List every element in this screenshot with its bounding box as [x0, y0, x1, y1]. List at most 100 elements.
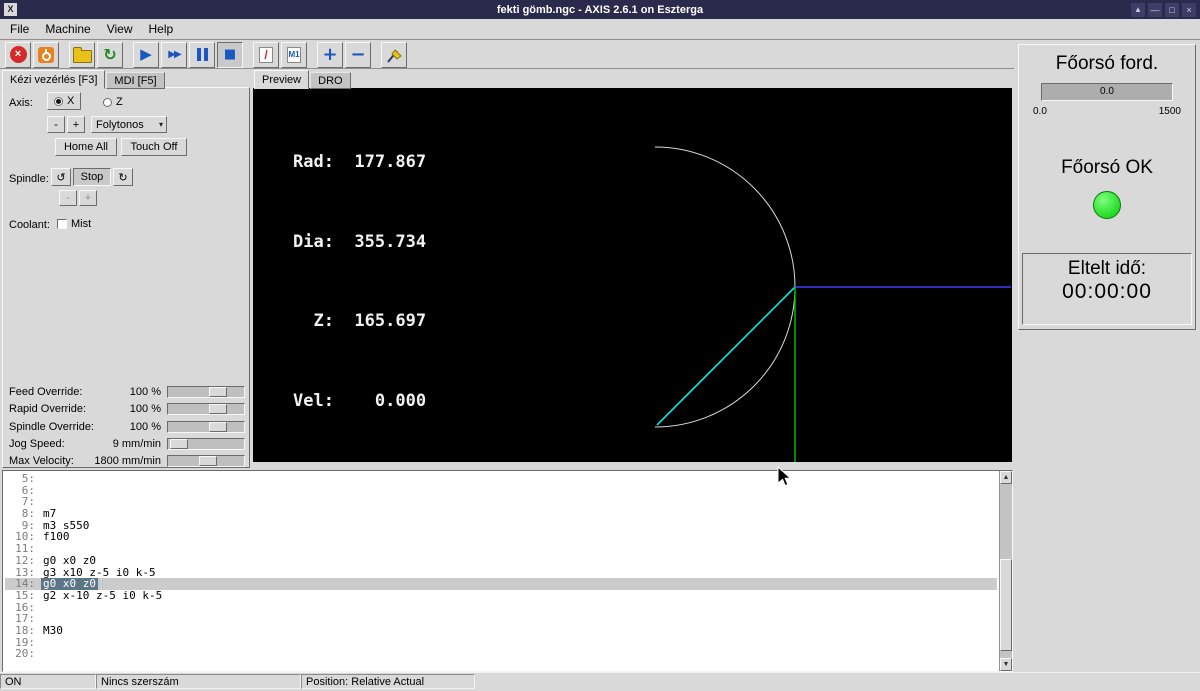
slider-thumb[interactable]: [199, 456, 217, 466]
reload-icon: ↻: [103, 47, 116, 63]
axis-x-label: X: [67, 95, 74, 107]
statusbar: ON Nincs szerszám Position: Relative Act…: [0, 672, 1200, 691]
tab-mdi[interactable]: MDI [F5]: [106, 72, 164, 89]
spindle-override-slider[interactable]: [167, 421, 245, 433]
gcode-line[interactable]: 11:: [5, 543, 997, 555]
close-icon[interactable]: ×: [1182, 3, 1196, 17]
menubar: File Machine View Help: [0, 19, 1200, 40]
gcode-line[interactable]: 18:M30: [5, 625, 997, 637]
gcode-scrollbar[interactable]: ▲ ▼: [999, 471, 1012, 671]
preview-canvas[interactable]: Rad: 177.867 Dia: 355.734 Z: 165.697 Vel…: [253, 88, 1012, 462]
step-icon: ▶▶: [168, 50, 179, 60]
feed-override-slider[interactable]: [167, 386, 245, 398]
menu-help[interactable]: Help: [141, 20, 182, 38]
scrollbar-thumb[interactable]: [1000, 559, 1012, 651]
scroll-up-icon[interactable]: ▲: [1000, 471, 1012, 484]
spindle-stop-button[interactable]: Stop: [73, 168, 111, 186]
spindle-speed-gauge: 0.0: [1041, 83, 1173, 101]
dro-rad: Rad: 177.867: [293, 149, 426, 176]
gcode-line[interactable]: 5:: [5, 473, 997, 485]
tab-dro[interactable]: DRO: [310, 72, 350, 89]
spindle-plus-button[interactable]: +: [79, 190, 97, 206]
zoom-out-icon: −: [350, 46, 365, 64]
minimize-icon[interactable]: —: [1148, 3, 1162, 17]
pause-button[interactable]: [189, 42, 215, 68]
shade-icon[interactable]: ▴: [1131, 3, 1145, 17]
run-button[interactable]: ▶: [133, 42, 159, 68]
toolbar: × ↻ ▶ ▶▶ ■ / M1 + −: [0, 41, 1014, 69]
gcode-line[interactable]: 20:: [5, 648, 997, 660]
axis-z-radio[interactable]: Z: [103, 96, 123, 108]
estop-button[interactable]: ×: [5, 42, 31, 68]
stop-icon: ■: [224, 48, 236, 61]
gcode-lines: 5: 6: 7: 8:m7 9:m3 s550 10:f100 11: 12:g…: [5, 473, 997, 669]
gcode-line[interactable]: 10:f100: [5, 531, 997, 543]
skip-lines-icon: /: [259, 47, 273, 63]
jog-mode-dropdown[interactable]: Folytonos ▾: [91, 116, 167, 133]
gcode-line[interactable]: 19:: [5, 637, 997, 649]
slider-thumb[interactable]: [209, 404, 227, 414]
menu-file[interactable]: File: [2, 20, 37, 38]
max-velocity-label: Max Velocity:: [9, 455, 74, 467]
slider-thumb[interactable]: [209, 422, 227, 432]
menu-view[interactable]: View: [99, 20, 141, 38]
jog-speed-label: Jog Speed:: [9, 438, 65, 450]
gcode-line[interactable]: 9:m3 s550: [5, 520, 997, 532]
spindle-reverse-button[interactable]: ↺: [51, 168, 71, 186]
feed-override-label: Feed Override:: [9, 386, 82, 398]
slider-thumb[interactable]: [209, 387, 227, 397]
spindle-ok-title: Főorsó OK: [1019, 157, 1195, 179]
touch-off-button[interactable]: Touch Off: [121, 138, 187, 156]
titlebar: X fekti gömb.ngc - AXIS 2.6.1 on Eszterg…: [0, 0, 1200, 19]
spindle-speed-title: Főorsó ford.: [1019, 53, 1195, 75]
jog-plus-button[interactable]: +: [67, 116, 85, 133]
skip-lines-button[interactable]: /: [253, 42, 279, 68]
jog-speed-slider[interactable]: [167, 438, 245, 450]
axis-z-label: Z: [116, 96, 123, 108]
home-all-button[interactable]: Home All: [55, 138, 117, 156]
optional-stop-button[interactable]: M1: [281, 42, 307, 68]
gcode-line[interactable]: 12:g0 x0 z0: [5, 555, 997, 567]
menu-machine[interactable]: Machine: [37, 20, 98, 38]
gcode-line[interactable]: 8:m7: [5, 508, 997, 520]
gcode-line[interactable]: 16:: [5, 602, 997, 614]
max-velocity-slider[interactable]: [167, 455, 245, 467]
tab-preview[interactable]: Preview: [254, 70, 309, 89]
gcode-listing[interactable]: 5: 6: 7: 8:m7 9:m3 s550 10:f100 11: 12:g…: [2, 470, 1013, 672]
rapid-override-slider[interactable]: [167, 403, 245, 415]
zoom-out-button[interactable]: −: [345, 42, 371, 68]
axis-x-radio[interactable]: X: [47, 92, 81, 110]
rapid-override-row: Rapid Override: 100 %: [9, 401, 245, 417]
gcode-line[interactable]: 7:: [5, 496, 997, 508]
machine-power-button[interactable]: [33, 42, 59, 68]
spindle-minus-button[interactable]: -: [59, 190, 77, 206]
stop-button[interactable]: ■: [217, 42, 243, 68]
step-button[interactable]: ▶▶: [161, 42, 187, 68]
zoom-in-button[interactable]: +: [317, 42, 343, 68]
gcode-line[interactable]: 13:g3 x10 z-5 i0 k-5: [5, 567, 997, 579]
gauge-scale: 0.0 1500: [1033, 106, 1181, 117]
spindle-forward-button[interactable]: ↻: [113, 168, 133, 186]
rapid-override-label: Rapid Override:: [9, 403, 86, 415]
elapsed-value: 00:00:00: [1023, 280, 1191, 304]
gcode-line[interactable]: 15:g2 x-10 z-5 i0 k-5: [5, 590, 997, 602]
elapsed-label: Eltelt idő:: [1023, 258, 1191, 280]
mist-label: Mist: [71, 218, 91, 230]
tab-manual-control[interactable]: Kézi vezérlés [F3]: [2, 70, 105, 89]
open-file-button[interactable]: [69, 42, 95, 68]
jog-minus-button[interactable]: -: [47, 116, 65, 133]
maximize-icon[interactable]: □: [1165, 3, 1179, 17]
gcode-line[interactable]: 17:: [5, 613, 997, 625]
slider-thumb[interactable]: [170, 439, 188, 449]
scroll-down-icon[interactable]: ▼: [1000, 658, 1012, 671]
reload-button[interactable]: ↻: [97, 42, 123, 68]
zoom-in-icon: +: [322, 46, 337, 64]
pause-icon: [197, 48, 208, 61]
gcode-line[interactable]: 6:: [5, 485, 997, 497]
broom-icon: [385, 46, 403, 64]
spindle-status-panel: Főorsó ford. 0.0 0.0 1500 Főorsó OK Elte…: [1018, 44, 1196, 330]
spindle-override-row: Spindle Override: 100 %: [9, 419, 245, 435]
clear-plot-button[interactable]: [381, 42, 407, 68]
max-velocity-value: 1800 mm/min: [94, 455, 161, 467]
mist-checkbox[interactable]: Mist: [57, 218, 91, 230]
